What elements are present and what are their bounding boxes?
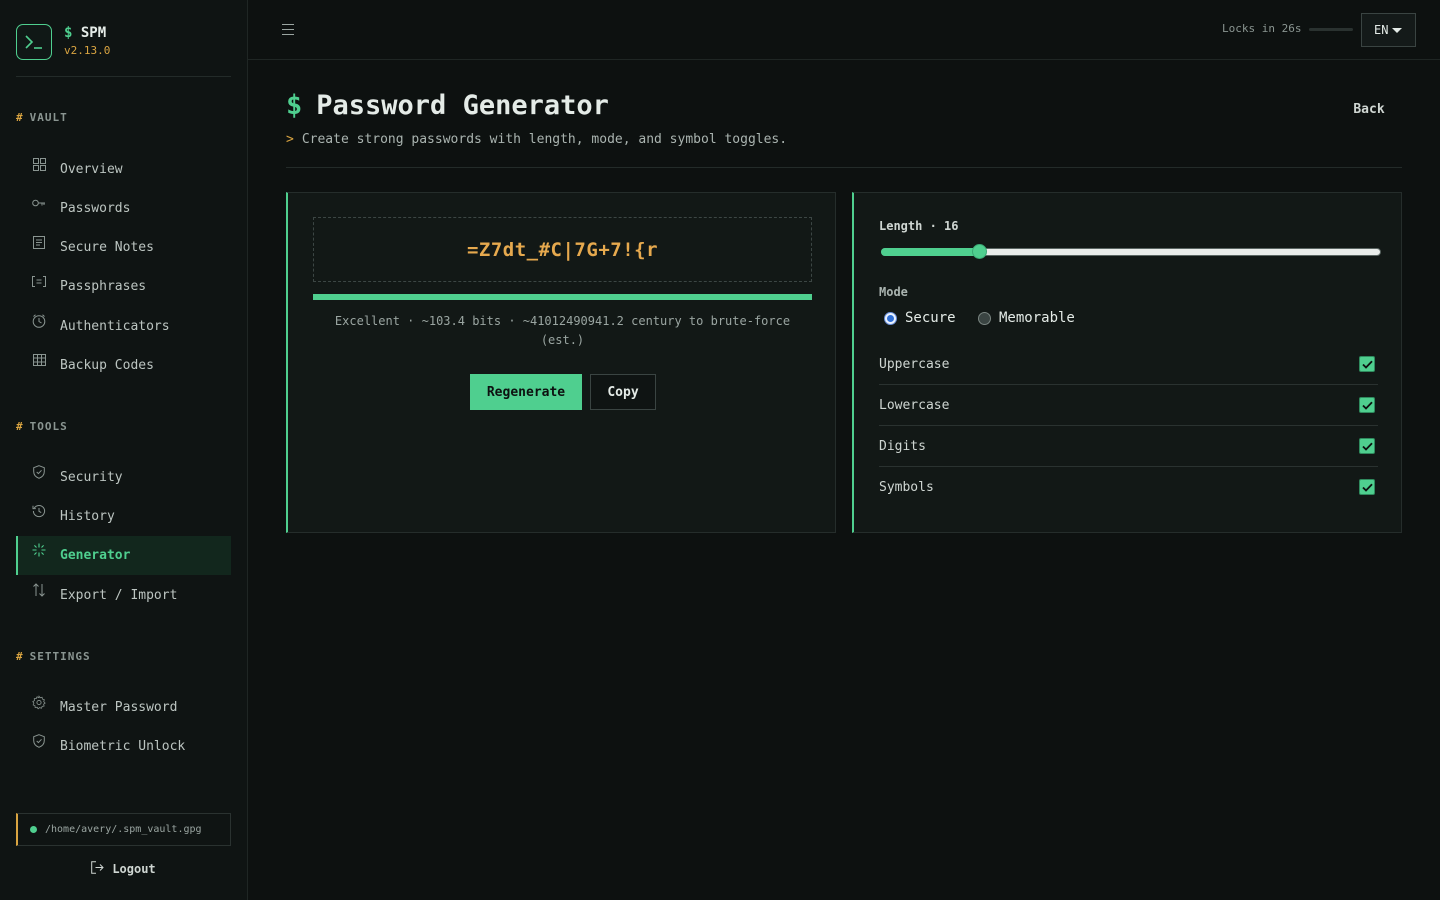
toggle-label: Symbols — [879, 480, 934, 495]
password-output-panel: =Z7dt_#C|7G+7!{r Excellent · ~103.4 bits… — [286, 192, 836, 533]
sparkle-icon — [32, 543, 46, 557]
slider-thumb[interactable] — [972, 244, 987, 259]
radio-unselected-icon — [978, 311, 991, 325]
sidebar-item-label: Generator — [60, 548, 131, 563]
sidebar-item-master-password[interactable]: Master Password — [16, 688, 231, 727]
sidebar-item-label: Authenticators — [60, 319, 170, 334]
terminal-logo-icon — [16, 24, 52, 60]
length-label: Length · 16 — [879, 219, 959, 233]
sidebar-item-passwords[interactable]: Passwords — [16, 189, 231, 228]
sidebar-item-passphrases[interactable]: Passphrases — [16, 267, 231, 306]
vault-path-text: /home/avery/.spm_vault.gpg — [45, 824, 202, 835]
brand-version: v2.13.0 — [64, 44, 111, 57]
sidebar-item-generator[interactable]: Generator — [16, 536, 231, 575]
length-slider[interactable] — [881, 243, 1381, 263]
vault-path: /home/avery/.spm_vault.gpg — [16, 813, 231, 846]
gear-icon — [32, 694, 46, 709]
caret-down-icon — [1392, 28, 1402, 33]
mode-radio-memorable[interactable]: Memorable — [978, 310, 1075, 326]
note-icon — [32, 235, 46, 249]
mode-radio-secure[interactable]: Secure — [884, 310, 956, 326]
section-title-vault: # VAULT — [16, 111, 68, 124]
toggle-label: Digits — [879, 438, 926, 454]
language-select[interactable]: EN — [1361, 13, 1416, 47]
sidebar-item-label: Backup Codes — [60, 358, 154, 373]
sidebar-item-label: Security — [60, 470, 123, 485]
sidebar-item-history[interactable]: History — [16, 497, 231, 536]
key-icon — [32, 196, 46, 210]
slider-fill — [881, 248, 979, 256]
header-divider — [286, 167, 1402, 168]
page-title: $ Password Generator — [286, 90, 609, 121]
checkbox-checked-icon[interactable] — [1359, 479, 1375, 495]
mode-radio-label: Secure — [905, 310, 956, 326]
toggle-lowercase[interactable]: Lowercase — [879, 385, 1378, 426]
sidebar-item-label: Secure Notes — [60, 240, 154, 255]
mode-radio-label: Memorable — [999, 310, 1075, 326]
grid-icon — [32, 157, 46, 171]
sidebar-item-biometric-unlock[interactable]: Biometric Unlock — [16, 727, 231, 766]
brand: $ SPM v2.13.0 — [16, 24, 231, 77]
passphrase-icon — [32, 274, 46, 288]
language-value: EN — [1374, 23, 1389, 37]
section-title-settings: # SETTINGS — [16, 650, 91, 663]
arrows-icon — [32, 583, 46, 597]
status-dot-icon — [30, 826, 37, 833]
sidebar-item-secure-notes[interactable]: Secure Notes — [16, 228, 231, 267]
topbar: Locks in 26s EN — [248, 0, 1440, 60]
sidebar-item-label: Biometric Unlock — [60, 739, 186, 754]
lock-timer-text: Locks in 26s — [1222, 22, 1302, 35]
toggle-symbols[interactable]: Symbols — [879, 467, 1378, 508]
toggle-label: Uppercase — [879, 356, 950, 372]
sidebar-item-security[interactable]: Security — [16, 458, 231, 497]
sidebar: $ SPM v2.13.0 # VAULT Overview Passwords … — [0, 0, 248, 900]
checkbox-checked-icon[interactable] — [1359, 438, 1375, 454]
strength-meter — [313, 294, 812, 300]
generator-options-panel: Length · 16 Mode Secure Memorable Upperc… — [852, 192, 1402, 533]
sidebar-item-backup-codes[interactable]: Backup Codes — [16, 346, 231, 385]
sidebar-item-label: History — [60, 509, 115, 524]
sidebar-item-label: Export / Import — [60, 588, 178, 603]
toggle-label: Lowercase — [879, 397, 950, 413]
table-icon — [32, 353, 46, 367]
section-title-tools: # TOOLS — [16, 420, 68, 433]
sidebar-item-overview[interactable]: Overview — [16, 150, 231, 189]
clock-icon — [32, 314, 46, 328]
history-icon — [32, 504, 46, 518]
toggle-digits[interactable]: Digits — [879, 426, 1378, 467]
logout-label: Logout — [112, 862, 156, 876]
radio-selected-icon — [884, 311, 897, 325]
mode-label: Mode — [879, 285, 908, 299]
brand-name: $ SPM — [64, 25, 107, 41]
toggle-uppercase[interactable]: Uppercase — [879, 344, 1378, 385]
back-button[interactable]: Back — [1337, 94, 1401, 124]
sidebar-item-label: Passwords — [60, 201, 131, 216]
strength-text: Excellent · ~103.4 bits · ~41012490941.2… — [334, 314, 791, 347]
checkbox-checked-icon[interactable] — [1359, 397, 1375, 413]
shield-icon — [32, 734, 46, 748]
copy-button[interactable]: Copy — [590, 374, 656, 410]
generated-password[interactable]: =Z7dt_#C|7G+7!{r — [313, 217, 812, 282]
sidebar-item-export-import[interactable]: Export / Import — [16, 576, 231, 615]
lock-timer-bar — [1309, 28, 1353, 31]
menu-icon[interactable] — [282, 24, 294, 35]
shield-icon — [32, 465, 46, 479]
page-subtitle: > Create strong passwords with length, mo… — [286, 132, 788, 147]
sidebar-item-authenticators[interactable]: Authenticators — [16, 307, 231, 346]
strength-meter-fill — [313, 294, 812, 300]
sidebar-item-label: Master Password — [60, 700, 178, 715]
regenerate-button[interactable]: Regenerate — [470, 374, 582, 410]
logout-icon — [91, 861, 105, 877]
checkbox-checked-icon[interactable] — [1359, 356, 1375, 372]
sidebar-item-label: Passphrases — [60, 279, 147, 294]
sidebar-item-label: Overview — [60, 162, 123, 177]
logout-button[interactable]: Logout — [16, 856, 231, 882]
